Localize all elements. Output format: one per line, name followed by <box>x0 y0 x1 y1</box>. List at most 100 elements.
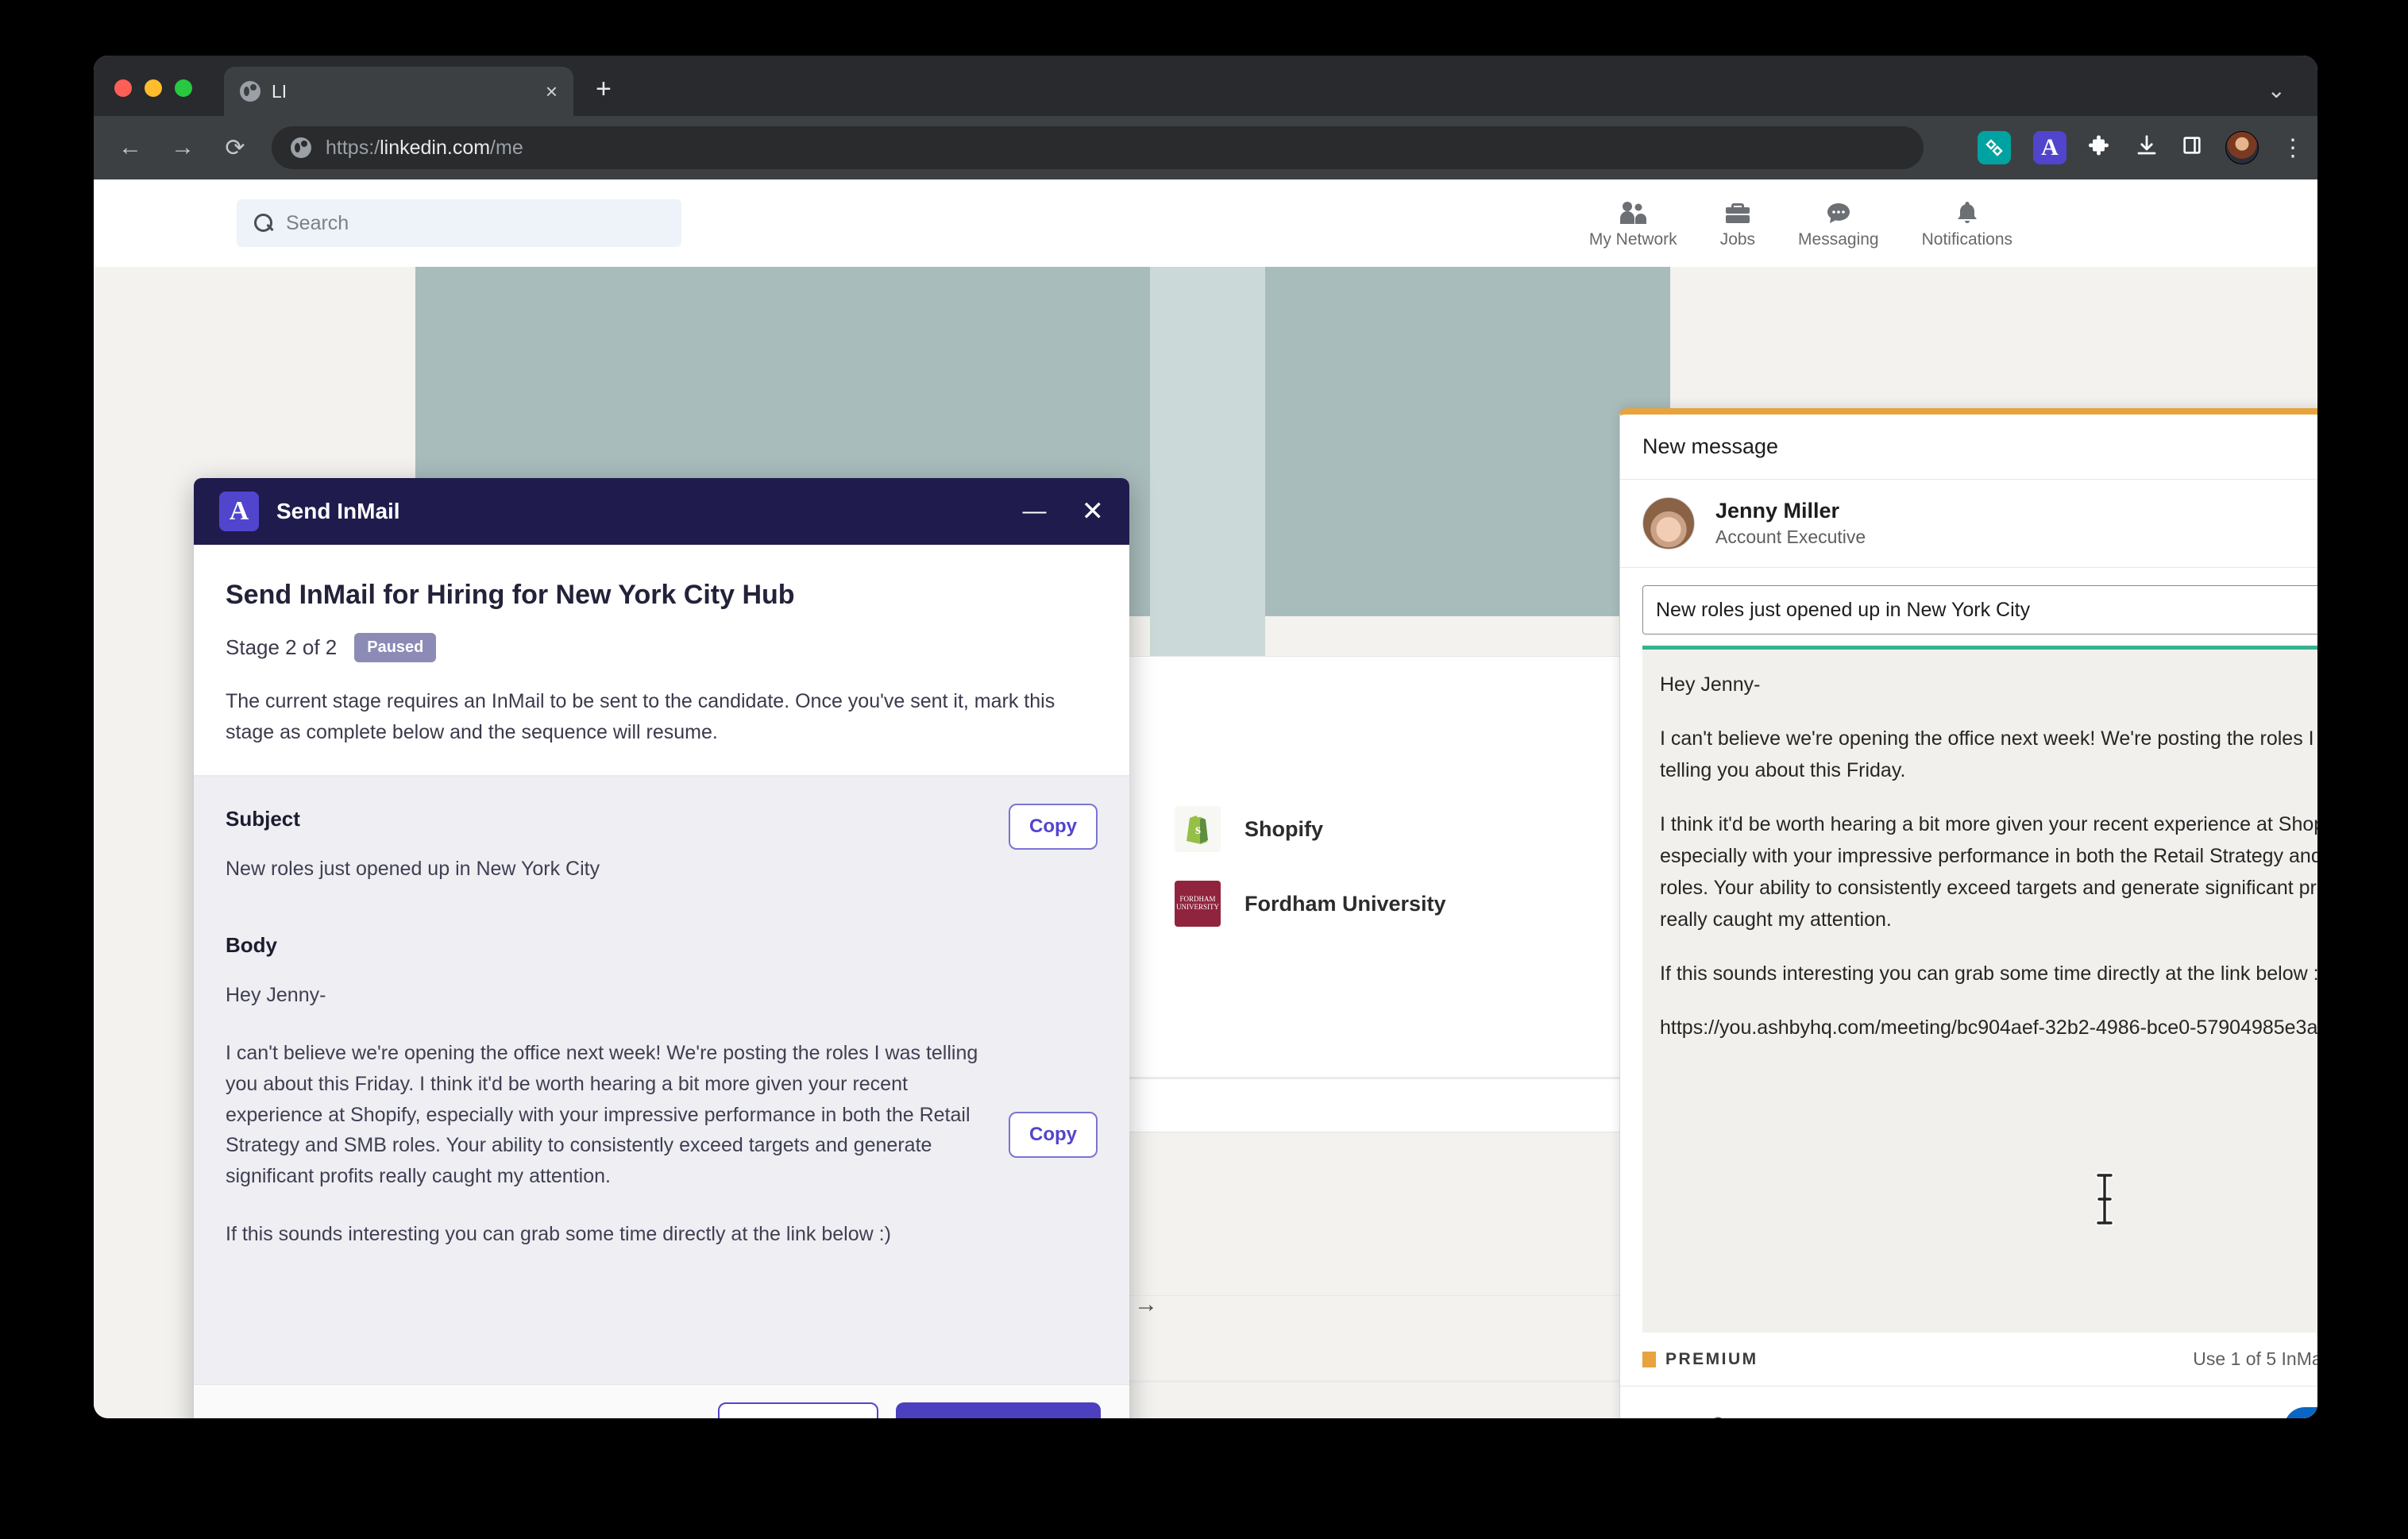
nav-item-jobs[interactable]: Jobs <box>1720 197 1755 249</box>
window-traffic-lights <box>114 79 192 116</box>
browser-address-bar: ← → ⟳ https:/linkedin.com/me A ⋮ <box>94 116 2317 179</box>
body-paragraph: Hey Jenny- <box>226 980 1004 1011</box>
stage-row: Stage 2 of 2 Paused <box>226 633 1098 662</box>
premium-square-icon <box>1642 1352 1656 1367</box>
kebab-menu-icon[interactable]: ⋮ <box>2281 142 2297 154</box>
browser-tab-strip: LI × + ⌄ <box>94 56 2317 116</box>
send-button[interactable]: Send <box>2284 1407 2317 1419</box>
message-subject-input[interactable] <box>1642 585 2317 634</box>
new-tab-button[interactable]: + <box>596 74 612 116</box>
nav-label: My Network <box>1589 230 1677 249</box>
divider <box>1118 1077 1674 1079</box>
message-recipient: Jenny Miller Account Executive <box>1620 480 2317 568</box>
browser-toolbar-icons: A ⋮ <box>1978 131 2297 164</box>
modal-window-title: Send InMail <box>276 499 400 524</box>
message-subject-wrapper <box>1620 568 2317 650</box>
attachment-icon[interactable] <box>1698 1416 1725 1418</box>
shopify-logo: s <box>1175 806 1221 852</box>
message-body-textarea[interactable]: Hey Jenny- I can't believe we're opening… <box>1642 650 2317 1333</box>
ai-sparkle-icon[interactable] <box>1809 1416 1836 1418</box>
modal-titlebar: A Send InMail — ✕ <box>194 478 1129 545</box>
message-paragraph: I think it'd be worth hearing a bit more… <box>1660 808 2317 935</box>
puzzle-icon[interactable] <box>2089 133 2113 163</box>
body-field-block: Body Hey Jenny- I can't believe we're op… <box>226 933 1098 1249</box>
message-paragraph: Hey Jenny- <box>1660 669 2317 700</box>
back-button[interactable]: ← <box>114 134 146 161</box>
chevron-down-icon[interactable]: ⌄ <box>2267 78 2286 102</box>
reload-button[interactable]: ⟳ <box>219 134 251 162</box>
nav-item-notifications[interactable]: Notifications <box>1922 197 2012 249</box>
recipient-title: Account Executive <box>1715 526 1866 548</box>
ashby-extension-icon[interactable]: A <box>2033 131 2066 164</box>
teal-extension-icon[interactable] <box>1978 131 2011 164</box>
tab-strip-right: ⌄ <box>2267 77 2317 116</box>
tab-title: LI <box>272 81 534 102</box>
body-value: Hey Jenny- I can't believe we're opening… <box>226 980 1004 1249</box>
subject-field-block: Subject New roles just opened up in New … <box>226 807 1098 885</box>
close-icon[interactable]: × <box>546 81 558 102</box>
message-panel-title: New message <box>1642 434 1778 459</box>
inmail-credits-text: Use 1 of 5 InMail credits <box>2193 1348 2317 1370</box>
experience-name: Fordham University <box>1245 892 1446 916</box>
modal-footer: Skip Stage Mark Complete <box>194 1384 1129 1418</box>
search-input[interactable]: Search <box>237 199 681 247</box>
nav-label: Jobs <box>1720 230 1755 249</box>
side-panel-icon[interactable] <box>2181 134 2203 162</box>
minimize-icon[interactable]: — <box>1023 507 1047 516</box>
recipient-info: Jenny Miller Account Executive <box>1715 499 1866 548</box>
copy-subject-button[interactable]: Copy <box>1009 804 1098 850</box>
nav-item-messaging[interactable]: Messaging <box>1798 197 1879 249</box>
url-input[interactable]: https:/linkedin.com/me <box>272 126 1924 169</box>
download-icon[interactable] <box>2135 133 2159 163</box>
copy-body-button[interactable]: Copy <box>1009 1112 1098 1158</box>
search-placeholder: Search <box>286 212 349 235</box>
linkedin-navbar: Search My Network Jobs <box>94 179 2317 267</box>
stage-text: Stage 2 of 2 <box>226 635 337 660</box>
experience-item[interactable]: FORDHAMUNIVERSITY Fordham University <box>1119 866 1673 941</box>
modal-header-section: Send InMail for Hiring for New York City… <box>194 545 1129 777</box>
divider <box>1118 1295 1674 1296</box>
globe-icon <box>240 81 260 102</box>
emoji-icon[interactable] <box>1754 1416 1781 1418</box>
browser-tab[interactable]: LI × <box>224 67 573 116</box>
experience-item[interactable]: s Shopify <box>1119 792 1673 866</box>
image-icon[interactable] <box>1642 1416 1669 1418</box>
body-paragraph: If this sounds interesting you can grab … <box>226 1219 1004 1250</box>
nav-label: Messaging <box>1798 230 1879 249</box>
message-toolbar: Send <box>1620 1387 2317 1418</box>
premium-label-text: PREMIUM <box>1665 1350 1758 1369</box>
subject-label: Subject <box>226 807 1098 831</box>
recipient-name: Jenny Miller <box>1715 499 1866 523</box>
linkedin-nav-items: My Network Jobs Messaging <box>1589 197 2283 249</box>
chat-bubble-icon <box>1825 197 1852 226</box>
arrow-right-icon[interactable]: → <box>1134 1291 1158 1318</box>
skip-stage-button[interactable]: Skip Stage <box>718 1402 878 1418</box>
text-cursor-icon <box>2091 1170 2118 1228</box>
nav-label: Notifications <box>1922 230 2012 249</box>
browser-profile-avatar[interactable] <box>2225 131 2259 164</box>
status-badge: Paused <box>354 633 436 662</box>
message-paragraph: I can't believe we're opening the office… <box>1660 723 2317 786</box>
subject-value: New roles just opened up in New York Cit… <box>226 854 1004 885</box>
url-text: https:/linkedin.com/me <box>326 137 523 160</box>
close-icon[interactable]: ✕ <box>1082 498 1105 525</box>
bell-icon <box>1955 197 1980 226</box>
fordham-logo: FORDHAMUNIVERSITY <box>1175 881 1221 927</box>
close-window-button[interactable] <box>114 79 132 97</box>
nav-item-my-network[interactable]: My Network <box>1589 197 1677 249</box>
stage-description: The current stage requires an InMail to … <box>226 686 1091 748</box>
minimize-window-button[interactable] <box>145 79 162 97</box>
body-paragraph: I can't believe we're opening the office… <box>226 1038 1004 1192</box>
ashby-logo-icon: A <box>219 492 259 531</box>
page-title: Send InMail for Hiring for New York City… <box>226 580 1098 611</box>
mark-complete-button[interactable]: Mark Complete <box>896 1402 1101 1418</box>
forward-button[interactable]: → <box>167 134 199 161</box>
send-inmail-modal: A Send InMail — ✕ Send InMail for Hiring… <box>194 478 1129 1418</box>
globe-icon <box>291 137 311 158</box>
browser-window: LI × + ⌄ ← → ⟳ https:/linkedin.com/me A <box>94 56 2317 1418</box>
avatar <box>1642 497 1695 550</box>
message-meeting-link: https://you.ashbyhq.com/meeting/bc904aef… <box>1660 1012 2317 1043</box>
premium-row: PREMIUM Use 1 of 5 InMail credits <box>1620 1333 2317 1387</box>
maximize-window-button[interactable] <box>175 79 192 97</box>
new-message-panel: New message ✕ Jenny Miller Account Execu… <box>1619 408 2317 1418</box>
